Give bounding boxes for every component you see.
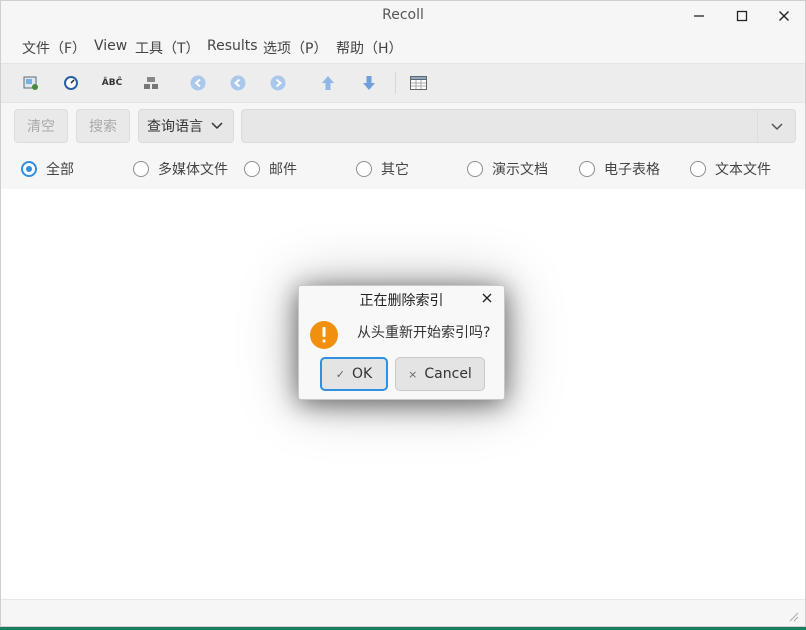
toolbar: ÂBĈ [1,63,805,103]
next-page-button[interactable] [269,74,287,92]
table-view-button[interactable] [409,74,427,92]
category-media-radio[interactable]: 多媒体文件 [133,159,228,179]
minimize-icon [694,15,704,17]
search-bar: 清空 搜索 查询语言 [1,103,805,149]
category-all-radio[interactable]: 全部 [21,159,74,179]
database-button[interactable] [142,74,160,92]
ok-button-label: OK [352,366,373,382]
category-label: 多媒体文件 [158,162,228,178]
checkmark-icon: ✓ [335,367,345,381]
radio-indicator [690,161,706,177]
category-presentation-radio[interactable]: 演示文档 [467,159,548,179]
menu-view[interactable]: View [94,38,127,54]
radio-indicator [244,161,260,177]
index-config-button[interactable] [22,74,40,92]
index-config-icon [23,76,38,90]
category-label: 其它 [381,162,409,178]
chevron-down-icon [211,122,223,130]
database-icon [144,77,158,89]
category-mail-radio[interactable]: 邮件 [244,159,297,179]
maximize-button[interactable] [730,6,754,26]
dialog-message: 从头重新开始索引吗? [357,325,491,341]
category-label: 文本文件 [715,162,771,178]
category-text-radio[interactable]: 文本文件 [690,159,771,179]
next-page-icon [270,75,286,91]
radio-indicator [579,161,595,177]
ok-button[interactable]: ✓ OK [320,357,388,391]
maximize-icon [736,10,748,22]
cross-icon: × [408,367,418,381]
radio-indicator [21,161,37,177]
radio-indicator [133,161,149,177]
search-button[interactable]: 搜索 [76,109,130,143]
radio-indicator [356,161,372,177]
menu-help[interactable]: 帮助（H） [336,38,403,58]
category-filter-bar: 全部 多媒体文件 邮件 其它 演示文档 电子表格 文本文件 [1,149,805,189]
window-title: Recoll [382,7,424,23]
query-combobox[interactable] [241,109,796,143]
menu-tools[interactable]: 工具（T） [135,38,200,58]
sort-ascending-icon [322,76,334,90]
query-history-dropdown[interactable] [757,110,795,142]
category-label: 演示文档 [492,162,548,178]
cancel-button[interactable]: × Cancel [395,357,485,391]
warning-icon [310,321,338,349]
menu-file[interactable]: 文件（F） [22,38,86,58]
query-language-dropdown[interactable]: 查询语言 [138,109,234,143]
category-spreadsheet-radio[interactable]: 电子表格 [579,159,660,179]
cancel-button-label: Cancel [424,366,472,382]
minimize-button[interactable] [687,6,711,26]
category-label: 全部 [46,162,74,178]
query-input[interactable] [242,110,757,142]
close-button[interactable] [772,6,796,26]
status-bar [1,599,805,626]
menu-bar: 文件（F） View 工具（T） Results 选项（P） 帮助（H） [1,31,805,63]
previous-page-button[interactable] [229,74,247,92]
close-icon [482,293,492,303]
menu-options[interactable]: 选项（P） [263,38,327,58]
toolbar-separator [395,72,396,94]
speedometer-icon [64,76,78,90]
speed-button[interactable] [62,74,80,92]
category-label: 电子表格 [604,162,660,178]
sort-descending-button[interactable] [360,74,378,92]
previous-page-icon [230,75,246,91]
radio-indicator [467,161,483,177]
first-page-icon [190,75,206,91]
close-icon [779,11,789,21]
sort-descending-icon [363,76,375,90]
spell-abc-icon[interactable]: ÂBĈ [100,74,124,92]
sort-ascending-button[interactable] [319,74,337,92]
category-other-radio[interactable]: 其它 [356,159,409,179]
chevron-down-icon [770,123,783,131]
clear-button[interactable]: 清空 [14,109,68,143]
resize-grip-icon[interactable] [787,610,799,622]
first-page-button[interactable] [189,74,207,92]
title-bar[interactable]: Recoll [1,1,805,31]
table-view-icon [409,76,427,90]
delete-index-dialog: 正在删除索引 从头重新开始索引吗? ✓ OK × Cancel [298,285,505,400]
dialog-close-button[interactable] [480,291,494,305]
category-label: 邮件 [269,162,297,178]
query-language-label: 查询语言 [147,119,203,135]
menu-results[interactable]: Results [207,38,258,54]
dialog-title: 正在删除索引 [359,293,444,309]
